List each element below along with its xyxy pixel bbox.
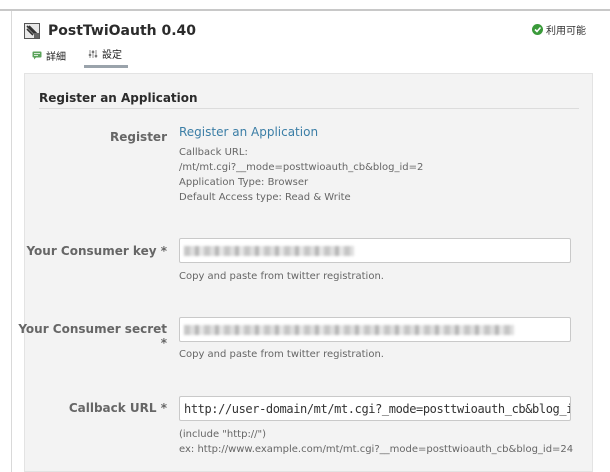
register-info: Callback URL: /mt/mt.cgi?__mode=posttwio… [179,145,423,205]
section-title: Register an Application [39,91,198,105]
application-type: Application Type: Browser [179,177,309,188]
details-icon [32,50,42,60]
callback-url-path: /mt/mt.cgi?__mode=posttwioauth_cb&blog_i… [179,162,424,173]
left-divider [11,11,12,472]
settings-icon [88,49,98,59]
check-icon [532,24,543,35]
plugin-icon [24,23,40,39]
callback-url-input[interactable]: http://user-domain/mt/mt.cgi?_mode=postt… [179,396,571,421]
top-border [0,9,610,11]
consumer-secret-input[interactable] [179,317,571,342]
section-divider [39,108,579,109]
tab-details[interactable]: 詳細 [28,46,72,68]
consumer-secret-masked-value [184,324,514,335]
plugin-status: 利用可能 [532,22,586,37]
consumer-key-hint: Copy and paste from twitter registration… [179,271,384,282]
settings-panel: Register an Application Register Registe… [18,73,593,472]
callback-url-hint-include: (include "http://") [179,429,267,440]
callback-url-heading: Callback URL: [179,147,248,158]
plugin-title: PostTwiOauth 0.40 [48,23,197,39]
status-label: 利用可能 [546,26,586,37]
tab-settings-label: 設定 [102,50,122,61]
consumer-secret-label: Your Consumer secret * [18,322,167,350]
tab-bar: 詳細 設定 [28,46,140,68]
callback-url-hint: (include "http://") ex: http://www.examp… [179,427,573,457]
consumer-secret-hint: Copy and paste from twitter registration… [179,349,384,360]
consumer-key-label: Your Consumer key * [26,244,167,258]
tab-settings[interactable]: 設定 [84,46,128,68]
callback-url-label: Callback URL * [68,401,167,415]
tab-details-label: 詳細 [46,51,66,63]
default-access-type: Default Access type: Read & Write [179,192,351,203]
callback-url-hint-example: ex: http://www.example.com/mt/mt.cgi?__m… [179,444,574,455]
consumer-key-input[interactable] [179,238,571,263]
consumer-key-masked-value [184,245,354,256]
register-label: Register [109,130,167,144]
register-app-link[interactable]: Register an Application [179,125,318,139]
plugin-header: PostTwiOauth 0.40 [24,20,196,42]
